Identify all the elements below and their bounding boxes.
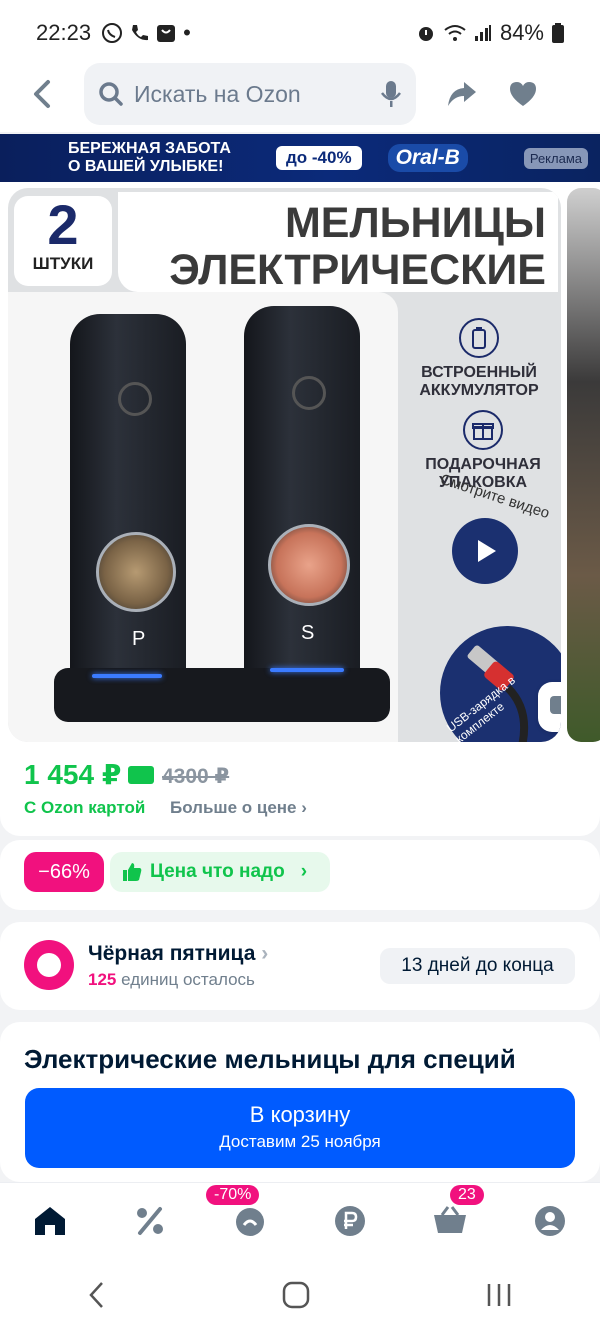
nav-profile[interactable] [520, 1191, 580, 1251]
good-price-badge[interactable]: Цена что надо › [110, 852, 330, 892]
top-bar: Искать на Ozon [0, 56, 600, 132]
product-title-card: Электрические мельницы для специй В корз… [0, 1022, 600, 1182]
days-left-badge: 13 дней до конца [380, 948, 575, 984]
nav-discounts[interactable] [120, 1191, 180, 1251]
ad-discount: до -40% [276, 146, 362, 170]
heart-icon[interactable] [508, 80, 538, 108]
product-title: Электрические мельницы для специй [24, 1044, 516, 1074]
quantity-number: 2 [47, 193, 79, 256]
signal-icon [474, 25, 491, 41]
play-video-button[interactable] [452, 518, 518, 584]
system-back-icon[interactable] [87, 1280, 107, 1310]
system-recents-icon[interactable] [485, 1281, 513, 1309]
ruble-icon [335, 1205, 365, 1236]
battery-feature-icon [459, 318, 499, 358]
ad-text-line2: О ВАШЕЙ УЛЫБКЕ! [68, 158, 224, 175]
discount-badge: −66% [24, 852, 104, 892]
cart-count-badge: 23 [450, 1184, 484, 1205]
power-button-1 [118, 382, 152, 416]
home-icon [35, 1206, 65, 1235]
pepper-window [96, 532, 176, 612]
wifi-icon [444, 25, 466, 41]
more-about-price-link[interactable]: Больше о цене › [170, 798, 307, 818]
glow-left [92, 674, 162, 678]
headline-line1: МЕЛЬНИЦЫ [284, 199, 546, 247]
gift-icon [463, 410, 503, 450]
system-nav-bar [0, 1258, 600, 1332]
play-icon [478, 540, 496, 562]
pepper-letter: P [132, 628, 146, 650]
share-icon[interactable] [446, 80, 478, 108]
ozon-card-icon [128, 766, 154, 784]
salt-window [268, 524, 350, 606]
ad-brand-logo: Oral-B [387, 144, 468, 172]
alarm-icon [418, 27, 433, 41]
sale-badge: -70% [206, 1184, 260, 1205]
battery-icon [552, 23, 564, 43]
clock: 22:23 [36, 20, 92, 45]
cart-icon [434, 1205, 466, 1233]
ad-label[interactable]: Реклама [523, 147, 588, 169]
quantity-unit: ШТУКИ [32, 254, 94, 273]
price-card: 1 454 ₽ 4300 ₽ С Ozon картой Больше о це… [0, 748, 600, 836]
current-price: 1 454 ₽ [24, 759, 122, 790]
back-button[interactable] [0, 64, 84, 124]
black-friday-card[interactable]: Чёрная пятница › 125 единиц осталось 13 … [0, 922, 600, 1010]
badges-row: −66% Цена что надо › [0, 840, 600, 910]
nav-finance[interactable] [320, 1191, 380, 1251]
feature-battery: ВСТРОЕННЫЙ АККУМУЛЯТОР [414, 318, 544, 400]
product-visual: P S [8, 292, 398, 742]
quantity-badge: 2 ШТУКИ [14, 196, 112, 286]
black-friday-title: Чёрная пятница [88, 942, 256, 965]
nav-home[interactable] [20, 1191, 80, 1251]
whatsapp-icon [102, 23, 123, 43]
cart-button-label: В корзину [249, 1102, 351, 1127]
percent-icon [137, 1206, 163, 1235]
profile-icon [535, 1205, 565, 1236]
search-input[interactable]: Искать на Ozon [84, 63, 416, 125]
delivery-date: Доставим 25 ноября [219, 1132, 381, 1151]
headline-line2: ЭЛЕКТРИЧЕСКИЕ [169, 246, 546, 294]
feature-gift: ПОДАРОЧНАЯ УПАКОВКА [418, 410, 548, 492]
system-home-icon[interactable] [282, 1281, 310, 1309]
old-price: 4300 ₽ [162, 765, 230, 788]
battery-percent: 84% [499, 20, 544, 45]
chevron-left-icon [34, 80, 50, 108]
add-to-cart-button[interactable]: В корзину Доставим 25 ноября [25, 1088, 575, 1168]
bottom-nav: -70% 23 [0, 1182, 600, 1258]
ad-banner[interactable]: БЕРЕЖНАЯ ЗАБОТА О ВАШЕЙ УЛЫБКЕ! до -40% … [0, 134, 600, 182]
image-headline: МЕЛЬНИЦЫ ЭЛЕКТРИЧЕСКИЕ [118, 192, 558, 294]
sale-bag-icon [236, 1207, 264, 1236]
power-button-2 [292, 376, 326, 410]
dot-icon: • [183, 20, 191, 45]
chevron-right-icon: › [261, 942, 269, 965]
units-left-count: 125 [88, 970, 117, 989]
search-icon [99, 82, 123, 106]
bag-notification-icon [157, 25, 176, 42]
image-search-icon [550, 696, 561, 715]
ad-text-line1: БЕРЕЖНАЯ ЗАБОТА [68, 140, 231, 157]
nav-fresh[interactable]: -70% [206, 1184, 280, 1251]
good-price-label: Цена что надо [150, 861, 285, 882]
black-friday-icon [24, 940, 74, 990]
grinder-pepper [70, 314, 186, 694]
chevron-right-icon: › [301, 798, 307, 817]
thumbs-up-icon [123, 863, 142, 881]
salt-letter: S [301, 622, 315, 644]
product-photo[interactable]: P S 2 ШТУКИ МЕЛЬНИЦЫ ЭЛЕКТРИЧЕСКИЕ ВСТРО… [8, 188, 561, 742]
nav-cart[interactable]: 23 [420, 1184, 484, 1251]
search-placeholder: Искать на Ozon [134, 80, 301, 107]
glow-right [270, 668, 344, 672]
units-left-label: единиц осталось [121, 970, 255, 989]
photo-search-button[interactable] [538, 682, 561, 732]
next-photo-preview[interactable] [567, 188, 600, 742]
product-gallery[interactable]: P S 2 ШТУКИ МЕЛЬНИЦЫ ЭЛЕКТРИЧЕСКИЕ ВСТРО… [0, 182, 600, 748]
chevron-right-icon: › [300, 861, 308, 882]
ozon-card-label[interactable]: С Ozon картой [24, 798, 145, 818]
phone-icon [132, 25, 149, 41]
microphone-icon[interactable] [380, 80, 402, 108]
